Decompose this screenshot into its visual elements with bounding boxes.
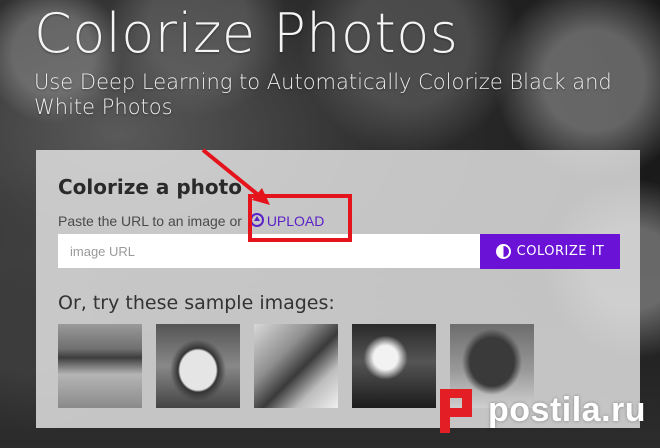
sample-image-bird-shore[interactable]: [58, 324, 142, 408]
samples-heading: Or, try these sample images:: [58, 292, 335, 314]
sample-image-mountain[interactable]: [254, 324, 338, 408]
colorize-label: COLORIZE IT: [516, 244, 605, 259]
watermark: postila.ru: [440, 382, 660, 438]
page-title: Colorize Photos: [34, 2, 459, 65]
sample-image-race-car[interactable]: [156, 324, 240, 408]
url-hint-text: Paste the URL to an image or: [58, 213, 242, 229]
card-heading: Colorize a photo: [58, 175, 242, 199]
watermark-text: postila.ru: [488, 390, 647, 429]
annotation-highlight-box: [248, 194, 352, 242]
colorize-button[interactable]: COLORIZE IT: [480, 234, 620, 269]
contrast-icon: [495, 244, 511, 259]
page-subtitle: Use Deep Learning to Automatically Color…: [34, 70, 612, 119]
sample-image-portrait[interactable]: [352, 324, 436, 408]
watermark-logo-icon: [440, 387, 480, 433]
